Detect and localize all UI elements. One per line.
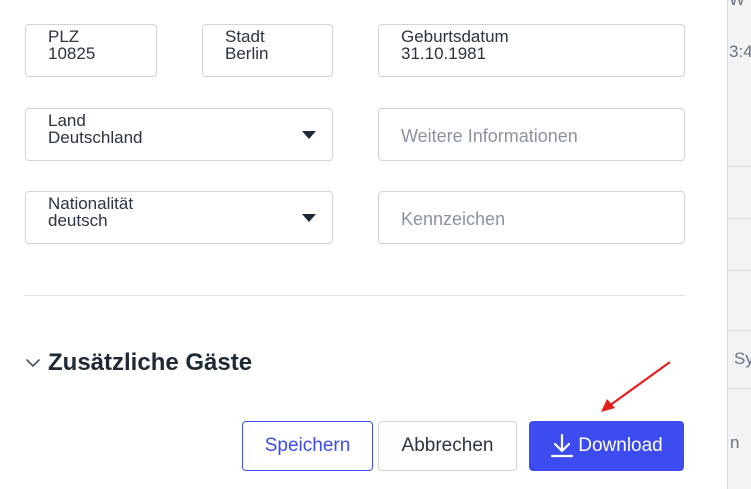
kennzeichen-placeholder: Kennzeichen <box>401 209 506 229</box>
download-button[interactable]: Download <box>529 421 684 471</box>
nationalitaet-select[interactable]: Nationalität deutsch <box>25 191 333 244</box>
land-select[interactable]: Land Deutschland <box>25 108 333 161</box>
background-page: W 3:4 Sy n <box>727 0 751 489</box>
stadt-field[interactable]: Stadt Berlin <box>202 24 333 77</box>
kennzeichen-input[interactable]: Kennzeichen <box>378 191 685 244</box>
weitere-informationen-input[interactable]: Weitere Informationen <box>378 108 685 161</box>
chevron-down-icon <box>26 359 40 367</box>
download-label: Download <box>578 435 663 456</box>
dropdown-caret-icon <box>302 131 316 139</box>
backdrop-fragment: W <box>729 0 745 10</box>
weitere-informationen-placeholder: Weitere Informationen <box>401 126 578 146</box>
geburtsdatum-value: 31.10.1981 <box>401 44 487 63</box>
nationalitaet-value: deutsch <box>48 211 108 230</box>
save-button[interactable]: Speichern <box>242 421 373 471</box>
stadt-value: Berlin <box>225 44 269 63</box>
section-divider <box>25 295 685 296</box>
backdrop-fragment: n <box>730 433 740 452</box>
geburtsdatum-field[interactable]: Geburtsdatum 31.10.1981 <box>378 24 685 77</box>
download-icon <box>551 433 574 458</box>
backdrop-fragment: 3:4 <box>729 42 751 61</box>
plz-field[interactable]: PLZ 10825 <box>25 24 157 77</box>
plz-value: 10825 <box>48 44 96 63</box>
annotation-arrow-icon <box>601 361 671 412</box>
cancel-button[interactable]: Abbrechen <box>378 421 517 471</box>
zusaetzliche-gaeste-toggle[interactable]: Zusätzliche Gäste <box>24 349 252 377</box>
dropdown-caret-icon <box>302 214 316 222</box>
land-value: Deutschland <box>48 128 143 147</box>
booking-form-panel: PLZ 10825 Stadt Berlin Geburtsdatum 31.1… <box>0 0 727 489</box>
section-title: Zusätzliche Gäste <box>48 349 253 376</box>
backdrop-fragment: Sy <box>734 349 751 368</box>
